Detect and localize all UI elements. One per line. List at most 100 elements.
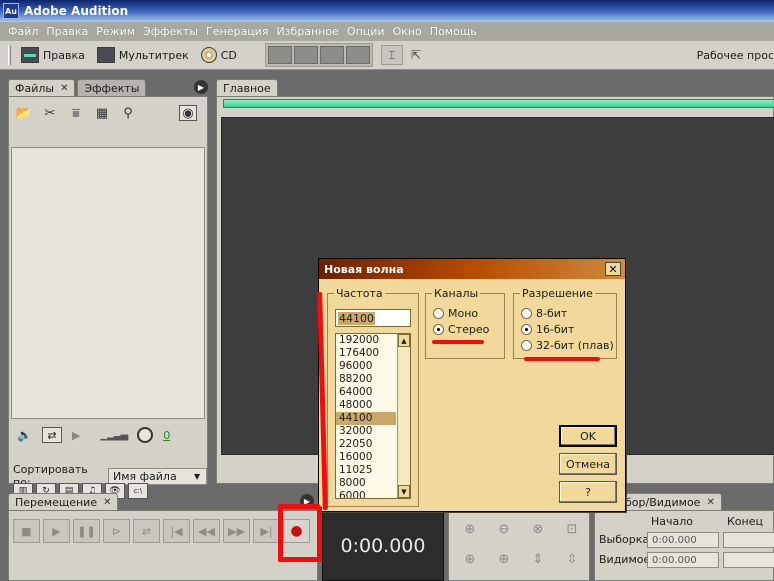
waveform-display-button[interactable] [267, 46, 292, 64]
cancel-button[interactable]: Отмена [559, 453, 617, 475]
visible-end-field[interactable] [723, 552, 774, 568]
tab-effects[interactable]: Эффекты [77, 79, 147, 96]
mono-radio[interactable] [433, 308, 444, 319]
8bit-radio-row[interactable]: 8-бит [521, 307, 567, 320]
annotation-record-box-top [278, 504, 320, 509]
list-item[interactable]: 176400 [336, 347, 396, 360]
insert-multitrack-icon[interactable]: ⩸ [67, 105, 85, 121]
record-button[interactable]: ● [283, 519, 310, 543]
tab-files[interactable]: Файлы ✕ [8, 79, 76, 96]
32bit-radio-row[interactable]: 32-бит (плав) [521, 339, 614, 352]
selection-end-field[interactable] [723, 532, 774, 548]
move-tool-button[interactable]: ⇱ [405, 45, 427, 65]
workspace-label[interactable]: Рабочее прос [697, 49, 774, 62]
list-item[interactable]: 22050 [336, 438, 396, 451]
zoom-in-horizontal-icon[interactable]: ⊕ [459, 519, 481, 539]
close-icon[interactable]: ✕ [706, 497, 714, 508]
sort-select[interactable]: Имя файла ▼ [108, 467, 207, 485]
tab-transport[interactable]: Перемещение ✕ [8, 493, 119, 510]
stereo-radio-row[interactable]: Стерео [433, 323, 489, 336]
list-item-selected[interactable]: 44100 [336, 412, 396, 425]
cd-view-button[interactable]: CD [195, 44, 243, 66]
panel-menu-icon[interactable]: ▶ [194, 80, 208, 94]
edit-view-button[interactable]: Правка [15, 44, 91, 66]
menu-generate[interactable]: Генерация [202, 25, 272, 38]
spectral-phase-button[interactable] [345, 46, 370, 64]
zoom-out-vertical-icon[interactable]: ⇳ [561, 549, 583, 569]
selection-start-field[interactable]: 0:00.000 [647, 532, 719, 548]
time-selection-tool-button[interactable]: ⌶ [380, 45, 403, 65]
scroll-up-icon[interactable]: ▲ [398, 334, 410, 347]
zoom-selection-icon[interactable]: ⊡ [561, 519, 583, 539]
16bit-radio[interactable] [521, 324, 532, 335]
pause-button[interactable]: ❚❚ [73, 519, 100, 543]
16bit-radio-row[interactable]: 16-бит [521, 323, 574, 336]
go-to-start-button[interactable]: |◀ [163, 519, 190, 543]
list-item[interactable]: 11025 [336, 464, 396, 477]
volume-knob-icon[interactable] [137, 427, 154, 443]
tab-main[interactable]: Главное [216, 79, 278, 96]
show-options-icon[interactable]: ◉ [179, 105, 197, 121]
menu-mode[interactable]: Режим [92, 25, 139, 38]
8bit-radio[interactable] [521, 308, 532, 319]
list-scrollbar[interactable]: ▲ ▼ [397, 334, 410, 498]
help-button[interactable]: ? [559, 481, 617, 503]
sample-rate-input[interactable]: 44100 [335, 309, 411, 327]
list-item[interactable]: 16000 [336, 451, 396, 464]
spectral-pan-button[interactable] [319, 46, 344, 64]
go-to-end-button[interactable]: ▶| [253, 519, 280, 543]
menu-edit[interactable]: Правка [42, 25, 92, 38]
loop-play-button[interactable]: ⇄ [133, 519, 160, 543]
rewind-button[interactable]: ◀◀ [193, 519, 220, 543]
menu-window[interactable]: Окно [389, 25, 426, 38]
list-item[interactable]: 48000 [336, 399, 396, 412]
list-item[interactable]: 32000 [336, 425, 396, 438]
fast-forward-button[interactable]: ▶▶ [223, 519, 250, 543]
list-item[interactable]: 8000 [336, 477, 396, 490]
zoom-in-vertical-icon[interactable]: ⇕ [527, 549, 549, 569]
list-item[interactable]: 96000 [336, 360, 396, 373]
scroll-down-icon[interactable]: ▼ [398, 485, 410, 498]
open-folder-icon[interactable]: 📂 [15, 105, 33, 121]
close-file-icon[interactable]: ✂ [41, 105, 59, 121]
multitrack-view-button[interactable]: Мультитрек [91, 44, 195, 66]
dialog-close-button[interactable]: ✕ [605, 262, 621, 276]
play-preview-icon[interactable]: ▶ [72, 429, 80, 442]
tab-selection-view[interactable]: бор/Видимое ✕ [618, 493, 722, 510]
zoom-out-horizontal-icon[interactable]: ⊖ [493, 519, 515, 539]
32bit-radio[interactable] [521, 340, 532, 351]
list-item[interactable]: 88200 [336, 373, 396, 386]
spectral-display-button[interactable] [293, 46, 318, 64]
stop-button[interactable]: ■ [13, 519, 40, 543]
ok-button[interactable]: OK [559, 425, 617, 447]
toolbar-grip[interactable] [8, 45, 11, 65]
sample-rate-list[interactable]: 192000 176400 96000 88200 64000 48000 44… [335, 333, 411, 499]
dialog-title-bar[interactable]: Новая волна [319, 259, 625, 279]
menu-file[interactable]: Файл [4, 25, 42, 38]
zoom-left-icon[interactable]: ⊕ [459, 549, 481, 569]
close-icon[interactable]: ✕ [60, 83, 68, 94]
file-list[interactable] [11, 147, 205, 419]
list-item[interactable]: 64000 [336, 386, 396, 399]
annotation-record-box-right [317, 506, 322, 562]
mono-radio-row[interactable]: Моно [433, 307, 478, 320]
insert-cd-icon[interactable]: ▦ [93, 105, 111, 121]
play-to-end-button[interactable]: ⊳ [103, 519, 130, 543]
list-item[interactable]: 6000 [336, 490, 396, 498]
menu-favorites[interactable]: Избранное [272, 25, 342, 38]
loop-icon[interactable]: ⇄ [41, 427, 62, 443]
play-button[interactable]: ▶ [43, 519, 70, 543]
menu-effects[interactable]: Эффекты [139, 25, 202, 38]
channels-legend: Каналы [434, 287, 479, 300]
edit-file-icon[interactable]: ⚲ [119, 105, 137, 121]
stereo-radio[interactable] [433, 324, 444, 335]
menu-options[interactable]: Опции [343, 25, 389, 38]
zoom-out-full-icon[interactable]: ⊗ [527, 519, 549, 539]
menu-help[interactable]: Помощь [426, 25, 481, 38]
visible-start-field[interactable]: 0:00.000 [647, 552, 719, 568]
overview-bar[interactable] [223, 99, 774, 108]
close-icon[interactable]: ✕ [103, 497, 111, 508]
list-item[interactable]: 192000 [336, 334, 396, 347]
zoom-right-icon[interactable]: ⊕ [493, 549, 515, 569]
speaker-icon[interactable]: 🔈 [17, 428, 32, 442]
